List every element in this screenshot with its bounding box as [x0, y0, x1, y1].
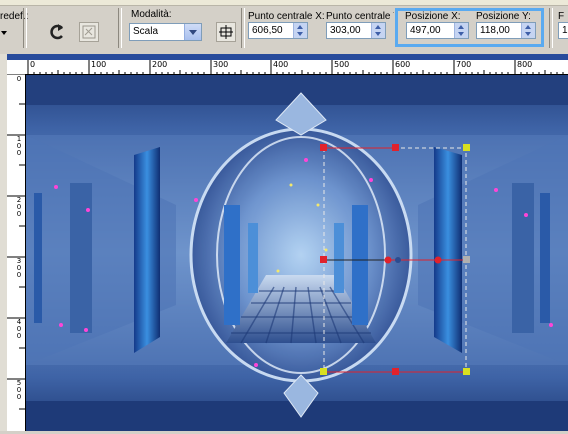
ruler-corner [7, 60, 25, 74]
ruler-label: 1 0 0 [16, 135, 22, 157]
ruler-label: 500 [334, 60, 350, 69]
next-field-label: F [558, 11, 565, 22]
deform-toolbar: redef.: Modalità: Scala Punto centrale X… [0, 0, 568, 54]
center-x-value: 606,50 [252, 25, 283, 36]
toggle-icon[interactable] [216, 22, 236, 42]
separator [549, 8, 553, 48]
center-x-label: Punto centrale X: [248, 11, 325, 22]
ruler-label: 400 [273, 60, 289, 69]
spin-arrows-icon[interactable] [371, 23, 385, 38]
modality-select[interactable]: Scala [129, 23, 202, 41]
ruler-label: 100 [91, 60, 107, 69]
left-panel-edge [0, 54, 7, 431]
ruler-label: 4 0 0 [16, 318, 22, 340]
modality-value: Scala [133, 26, 159, 37]
center-y-input[interactable]: 303,00 [326, 22, 386, 39]
ruler-label: 3 0 0 [16, 257, 22, 279]
center-y-value: 303,00 [330, 25, 361, 36]
center-x-input[interactable]: 606,50 [248, 22, 308, 39]
separator [241, 8, 245, 48]
top-strip [0, 0, 568, 6]
next-field-value: 1 [562, 25, 568, 36]
separator [118, 8, 122, 48]
modality-label: Modalità: [131, 9, 172, 20]
reset-icon[interactable] [48, 22, 68, 42]
ruler-label: 800 [517, 60, 533, 69]
predef-dropdown-arrow-icon[interactable] [0, 28, 10, 38]
ruler-label: 200 [152, 60, 168, 69]
center-y-label: Punto centrale Y: [326, 11, 394, 22]
separator [23, 8, 27, 48]
ruler-label: 300 [213, 60, 229, 69]
vertical-ruler: 0 1 0 0 2 0 0 3 0 0 4 0 0 5 0 0 [7, 74, 26, 431]
ruler-label: 700 [456, 60, 472, 69]
spin-arrows-icon[interactable] [293, 23, 307, 38]
ruler-label: 0 [30, 60, 36, 69]
ruler-label: 600 [395, 60, 411, 69]
object-icon[interactable] [79, 22, 99, 42]
horizontal-ruler: 0 100 200 300 400 500 600 700 800 [25, 60, 568, 75]
image-canvas[interactable] [26, 75, 568, 431]
ruler-label: 0 [16, 75, 22, 83]
next-field-input[interactable]: 1 [558, 22, 568, 39]
chevron-down-icon[interactable] [184, 24, 201, 40]
ruler-label: 5 0 0 [16, 379, 22, 401]
position-highlight-box [395, 8, 544, 47]
ruler-label: 2 0 0 [16, 196, 22, 218]
